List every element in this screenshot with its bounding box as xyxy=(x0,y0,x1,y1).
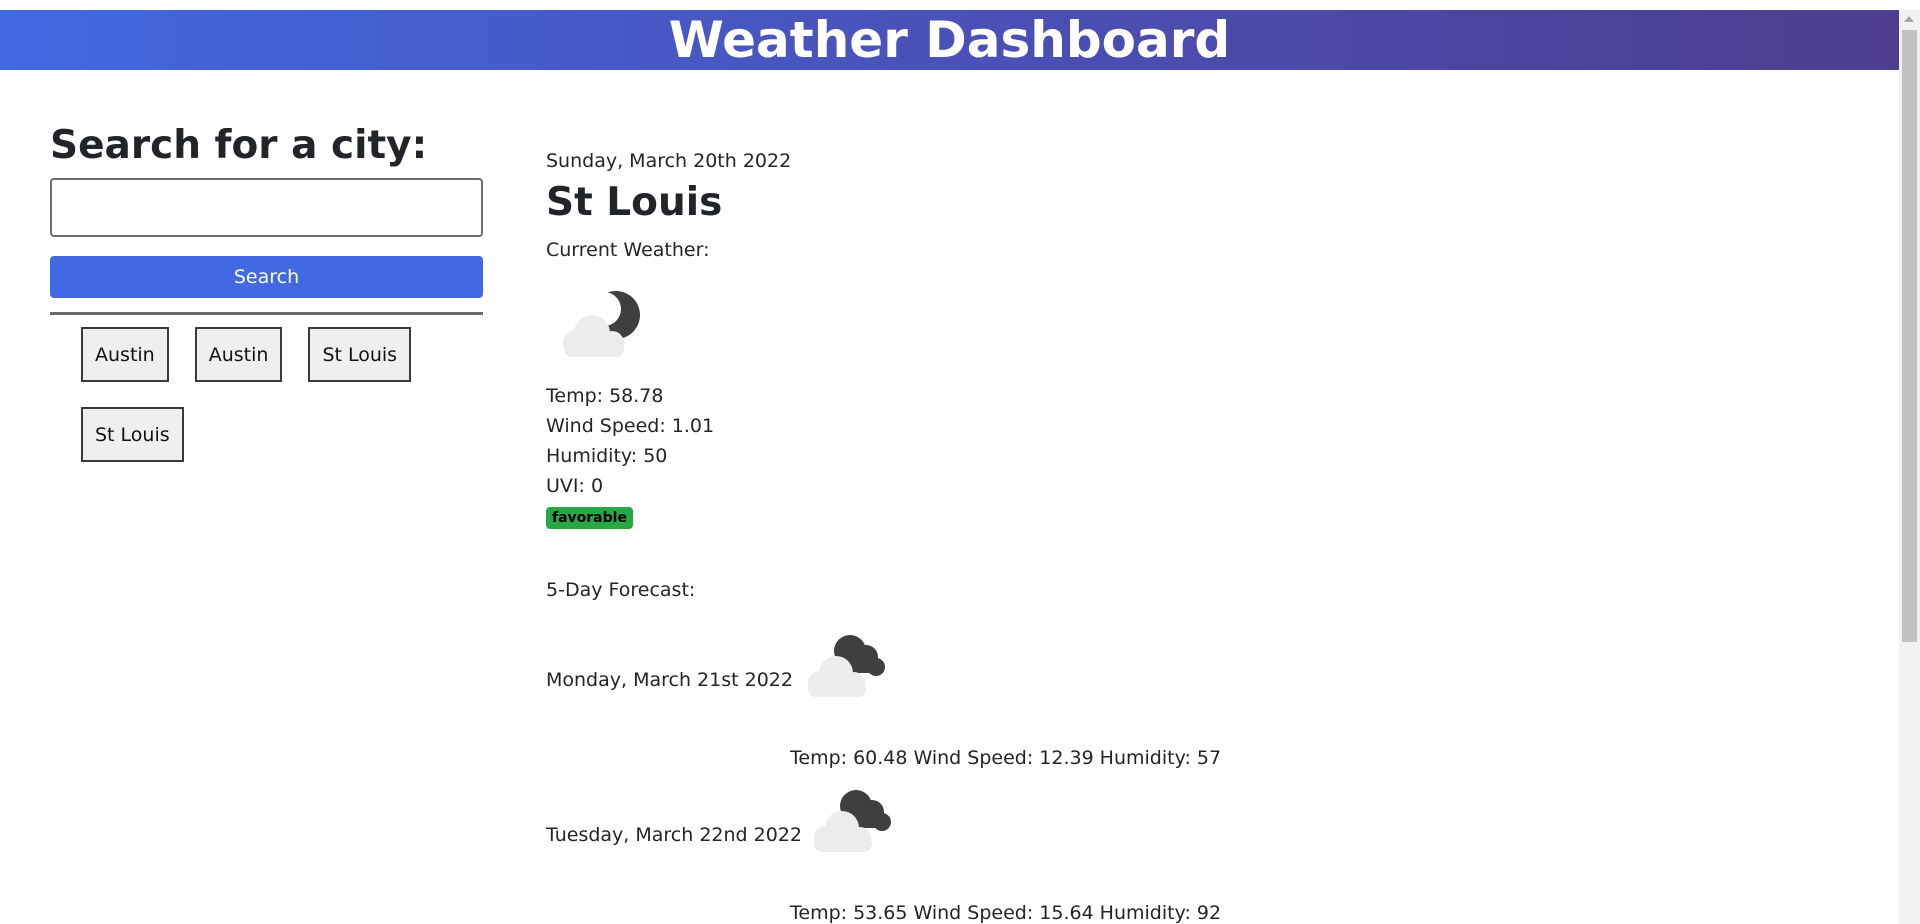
forecast-label: 5-Day Forecast: xyxy=(546,579,696,601)
forecast-day: Tuesday, March 22nd 2022 Temp: 53.65 Wind… xyxy=(546,778,1646,924)
city-search-input[interactable] xyxy=(50,178,483,237)
forecast-wind: Wind Speed: 12.39 xyxy=(913,747,1094,769)
forecast-date: Monday, March 21st 2022 xyxy=(546,669,793,691)
scrollbar-thumb[interactable] xyxy=(1902,30,1917,642)
broken-clouds-icon xyxy=(808,635,885,697)
history-city-button[interactable]: St Louis xyxy=(81,407,184,462)
current-humidity: Humidity: 50 xyxy=(546,445,668,467)
city-name: St Louis xyxy=(546,180,723,225)
current-weather-label: Current Weather: xyxy=(546,239,710,261)
history-city-button[interactable]: Austin xyxy=(194,327,283,382)
forecast-day: Monday, March 21st 2022 Temp: 60.48 Wind … xyxy=(546,623,1646,778)
forecast-temp: Temp: 60.48 xyxy=(790,747,908,769)
current-stats: Temp: 58.78 Wind Speed: 1.01 Humidity: 5… xyxy=(546,381,1646,531)
app-header: Weather Dashboard xyxy=(0,10,1899,70)
search-button[interactable]: Search xyxy=(50,256,483,298)
weather-panel: Sunday, March 20th 2022 St Louis Current… xyxy=(546,147,1646,924)
history-city-button[interactable]: St Louis xyxy=(308,327,412,382)
scroll-up-arrow-icon[interactable] xyxy=(1904,16,1914,22)
forecast-temp: Temp: 53.65 xyxy=(790,902,908,924)
current-uvi: UVI: 0 xyxy=(546,475,604,497)
current-temp: Temp: 58.78 xyxy=(546,385,664,407)
search-history: Austin Austin St Louis St Louis xyxy=(50,327,483,462)
page-title: Weather Dashboard xyxy=(668,11,1231,69)
current-wind: Wind Speed: 1.01 xyxy=(546,415,715,437)
vertical-scrollbar[interactable] xyxy=(1899,10,1920,924)
search-panel: Search for a city: Search Austin Austin … xyxy=(50,118,483,462)
search-heading: Search for a city: xyxy=(50,123,428,168)
top-strip xyxy=(0,0,1920,10)
forecast-stats: Temp: 53.65 Wind Speed: 15.64 Humidity: 92 xyxy=(790,898,1227,924)
uvi-status-badge: favorable xyxy=(546,507,633,529)
forecast-date: Tuesday, March 22nd 2022 xyxy=(546,824,803,846)
forecast-wind: Wind Speed: 15.64 xyxy=(913,902,1094,924)
forecast-humidity: Humidity: 57 xyxy=(1099,747,1222,769)
divider xyxy=(50,312,483,315)
current-date: Sunday, March 20th 2022 xyxy=(546,150,792,172)
forecast-stats: Temp: 60.48 Wind Speed: 12.39 Humidity: 57 xyxy=(790,743,1227,773)
cloud-with-moon-icon xyxy=(563,291,640,357)
broken-clouds-icon xyxy=(814,790,891,852)
history-city-button[interactable]: Austin xyxy=(81,327,169,382)
page: Weather Dashboard Search for a city: Sea… xyxy=(0,0,1920,924)
forecast-humidity: Humidity: 92 xyxy=(1099,902,1222,924)
